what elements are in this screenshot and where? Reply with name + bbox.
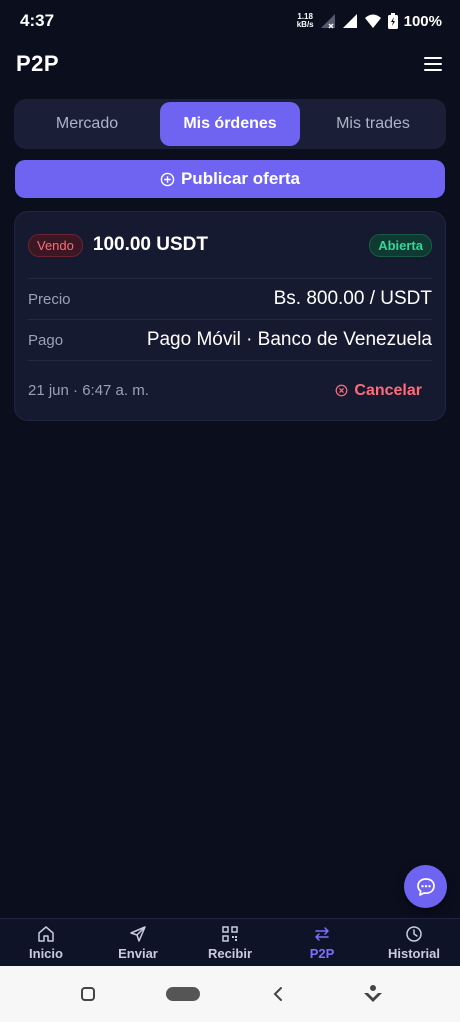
close-circle-icon [336, 384, 348, 397]
order-amount: 100.00 USDT [92, 234, 208, 255]
tab-mercado[interactable]: Mercado [17, 102, 157, 146]
publish-offer-button[interactable]: Publicar oferta [15, 160, 445, 198]
recent-apps-button[interactable] [68, 974, 108, 1014]
order-card: Vendo 100.00 USDT Abierta Precio Bs. 800… [14, 211, 446, 421]
cancel-label: Cancelar [354, 381, 422, 399]
mobile-data-off-icon [320, 14, 335, 29]
assistant-icon [363, 985, 382, 1002]
system-nav-bar [0, 966, 460, 1022]
back-chevron-icon [273, 987, 282, 1001]
order-header: Vendo 100.00 USDT Abierta [28, 212, 432, 278]
payment-value: Pago Móvil · Banco de Venezuela [146, 329, 432, 350]
cancel-order-button[interactable]: Cancelar [335, 382, 432, 400]
nav-label-p2p: P2P [309, 945, 335, 961]
nav-label-inicio: Inicio [29, 945, 63, 961]
publish-offer-label: Publicar oferta [180, 169, 301, 188]
order-status-badge: Abierta [369, 233, 432, 257]
back-button[interactable] [258, 974, 298, 1014]
wifi-icon [364, 14, 381, 28]
nav-item-recibir[interactable]: Recibir [184, 919, 276, 966]
chat-fab-button[interactable] [404, 865, 447, 908]
nav-item-enviar[interactable]: Enviar [92, 919, 184, 966]
status-bar: 4:37 1.18 kB/s 100% [0, 0, 460, 42]
bottom-nav: Inicio Enviar Recibir P2P Historial [0, 918, 460, 966]
app-bar: P2P [0, 42, 460, 86]
signal-icon [342, 14, 357, 28]
network-speed: 1.18 kB/s [297, 13, 314, 29]
plus-circle-icon [160, 172, 175, 186]
order-footer: 21 jun · 6:47 a. m. Cancelar [28, 360, 432, 420]
swap-arrows-icon [315, 926, 329, 941]
assistant-button[interactable] [353, 974, 393, 1014]
home-icon [38, 925, 54, 942]
qr-code-icon [222, 925, 238, 942]
price-label: Precio [28, 290, 71, 308]
clock-icon [406, 925, 422, 942]
battery-percent: 100% [403, 12, 442, 30]
square-icon [80, 987, 95, 1001]
nav-item-historial[interactable]: Historial [368, 919, 460, 966]
tab-mis-trades[interactable]: Mis trades [303, 102, 443, 146]
nav-label-enviar: Enviar [118, 945, 158, 961]
hamburger-menu-icon[interactable] [422, 53, 444, 75]
price-value: Bs. 800.00 / USDT [273, 288, 432, 309]
send-icon [130, 925, 146, 942]
p2p-tabs: Mercado Mis órdenes Mis trades [14, 99, 446, 149]
network-speed-unit: kB/s [296, 20, 314, 29]
payment-row: Pago Pago Móvil · Banco de Venezuela [28, 319, 432, 360]
tab-mis-ordenes[interactable]: Mis órdenes [160, 102, 300, 146]
page-title: P2P [16, 51, 60, 76]
price-row: Precio Bs. 800.00 / USDT [28, 278, 432, 319]
nav-label-historial: Historial [387, 945, 440, 961]
nav-label-recibir: Recibir [207, 945, 253, 961]
status-time: 4:37 [20, 11, 55, 30]
nav-item-p2p[interactable]: P2P [276, 919, 368, 966]
order-date: 21 jun · 6:47 a. m. [28, 382, 149, 399]
nav-item-inicio[interactable]: Inicio [0, 919, 92, 966]
battery-icon [387, 13, 398, 29]
payment-label: Pago [28, 331, 64, 349]
order-side-badge: Vendo [28, 233, 83, 257]
status-icons: 1.18 kB/s 100% [297, 13, 442, 30]
home-pill-icon [165, 987, 200, 1001]
home-pill-button[interactable] [163, 974, 203, 1014]
chat-bubble-icon [416, 877, 435, 896]
